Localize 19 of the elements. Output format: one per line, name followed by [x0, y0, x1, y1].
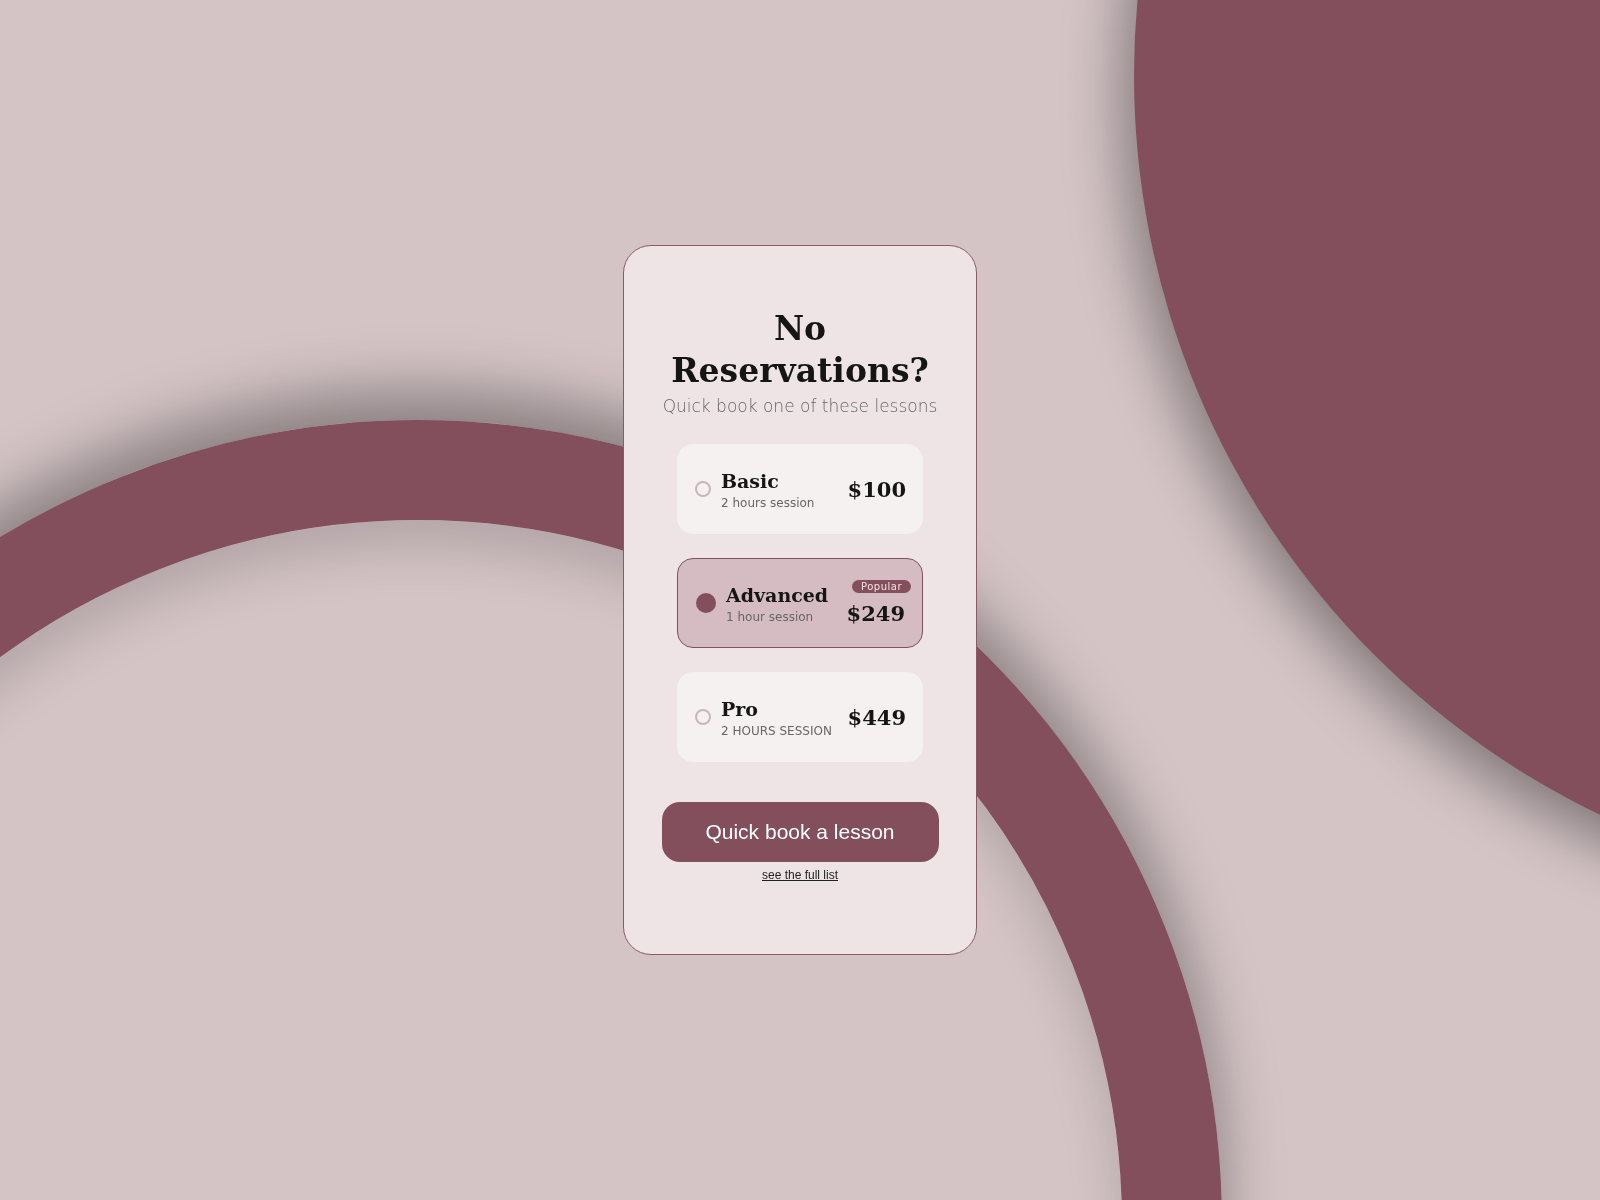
option-card[interactable]: Basic 2 hours session $100: [677, 444, 923, 534]
popular-badge: Popular: [852, 580, 911, 593]
price: $249: [846, 601, 905, 626]
radio-button[interactable]: [695, 481, 711, 497]
book-button[interactable]: Quick book a lesson: [661, 802, 939, 862]
price: $449: [847, 704, 906, 730]
option-name: Basic: [721, 468, 780, 493]
option-name: Advanced: [726, 582, 830, 607]
option-detail: 2 HOURS SESSION: [721, 723, 833, 738]
price: $100: [847, 476, 906, 502]
option-name: Pro: [721, 696, 759, 721]
radio-button[interactable]: [695, 709, 711, 725]
subtitle: Quick book one of these lessons: [662, 396, 938, 416]
full-list-link[interactable]: see the full list: [761, 868, 838, 882]
option-detail: 1 hour session: [726, 609, 815, 624]
heading: No Reservations?: [670, 308, 930, 392]
radio-button[interactable]: [696, 593, 716, 613]
option-card[interactable]: Advanced 1 hour session Popular $249: [677, 558, 923, 648]
option-detail: 2 hours session: [721, 495, 816, 510]
